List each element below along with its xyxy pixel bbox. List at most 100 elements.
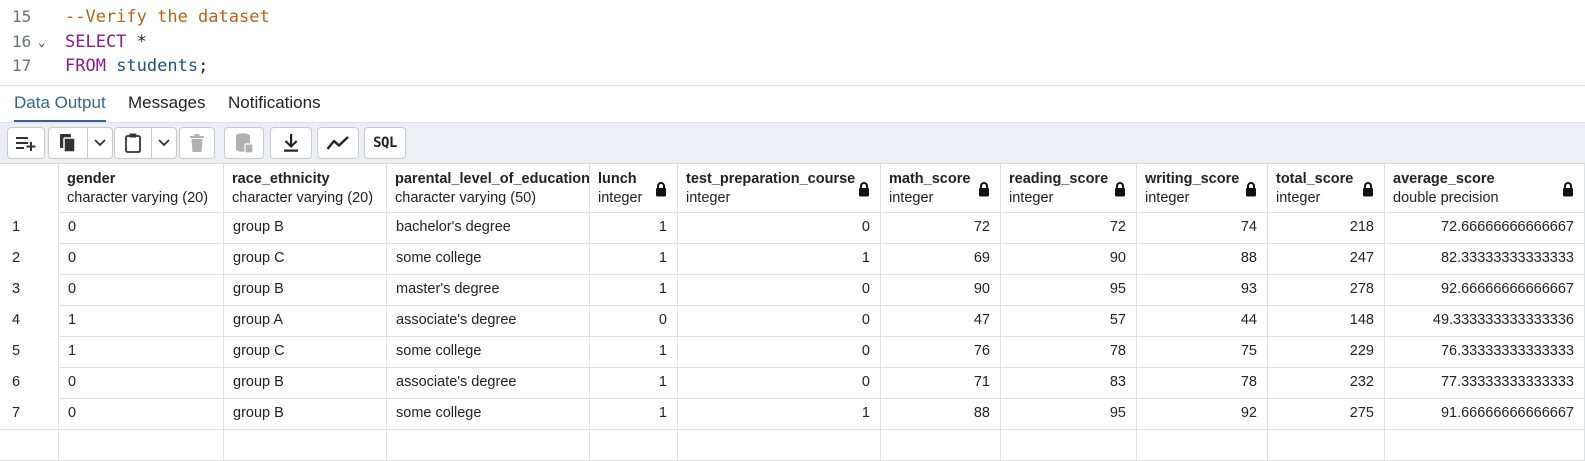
cell-reading_score[interactable]: 95 [1001,274,1137,305]
cell-parental_level_of_education[interactable]: some college [387,243,590,274]
cell-test_preparation_course[interactable]: 0 [678,274,881,305]
row-number[interactable]: 2 [0,243,59,274]
cell-race_ethnicity[interactable]: group B [224,398,387,429]
cell-parental_level_of_education[interactable]: associate's degree [387,367,590,398]
save-data-button[interactable] [224,127,264,159]
cell-writing_score[interactable]: 93 [1137,274,1268,305]
cell-race_ethnicity[interactable]: group C [224,243,387,274]
code-line[interactable]: 16 ⌄ SELECT * [0,30,1585,54]
cell[interactable] [224,429,387,460]
cell-writing_score[interactable]: 44 [1137,305,1268,336]
sql-button[interactable]: SQL [364,127,406,159]
row-number[interactable]: 3 [0,274,59,305]
cell-reading_score[interactable]: 57 [1001,305,1137,336]
cell-math_score[interactable]: 88 [881,398,1001,429]
cell-lunch[interactable]: 1 [590,398,678,429]
cell-reading_score[interactable]: 95 [1001,398,1137,429]
cell-test_preparation_course[interactable]: 1 [678,398,881,429]
column-header-lunch[interactable]: lunch integer [590,164,678,212]
column-header-average_score[interactable]: average_score double precision [1385,164,1585,212]
cell-math_score[interactable]: 76 [881,336,1001,367]
cell-reading_score[interactable]: 72 [1001,212,1137,243]
add-row-button[interactable] [7,127,45,159]
cell-gender[interactable]: 0 [59,274,224,305]
cell-math_score[interactable]: 71 [881,367,1001,398]
column-header-reading_score[interactable]: reading_score integer [1001,164,1137,212]
query-editor[interactable]: 15 --Verify the dataset 16 ⌄ SELECT * 17 FROM … [0,0,1585,86]
cell-test_preparation_course[interactable]: 0 [678,305,881,336]
column-header-parental_level_of_education[interactable]: parental_level_of_education character var… [387,164,590,212]
graph-visualiser-button[interactable] [317,127,359,159]
row-number[interactable]: 1 [0,212,59,243]
fold-chevron-icon[interactable]: ⌄ [38,30,45,54]
cell[interactable] [881,429,1001,460]
cell-test_preparation_course[interactable]: 1 [678,243,881,274]
copy-button[interactable] [48,127,88,159]
cell-average_score[interactable]: 72.66666666666667 [1385,212,1585,243]
cell-parental_level_of_education[interactable]: some college [387,398,590,429]
table-row[interactable]: 2 0 group Csome college 1 1 69 90 88 247 82.33333… [0,243,1585,275]
cell-math_score[interactable]: 69 [881,243,1001,274]
column-header-total_score[interactable]: total_score integer [1268,164,1385,212]
delete-button[interactable] [179,127,215,159]
copy-options-dropdown[interactable] [88,127,113,159]
download-button[interactable] [270,127,312,159]
cell-total_score[interactable]: 218 [1268,212,1385,243]
row-number[interactable]: 5 [0,336,59,367]
paste-button[interactable] [114,127,152,159]
cell-race_ethnicity[interactable]: group A [224,305,387,336]
table-row[interactable]: 1 0 group Bbachelor's degree 1 0 72 72 74 218 72.… [0,212,1585,244]
cell-lunch[interactable]: 1 [590,212,678,243]
row-number[interactable]: 6 [0,367,59,398]
cell-parental_level_of_education[interactable]: associate's degree [387,305,590,336]
cell-average_score[interactable]: 76.33333333333333 [1385,336,1585,367]
cell-math_score[interactable]: 90 [881,274,1001,305]
cell-race_ethnicity[interactable]: group B [224,274,387,305]
code-line[interactable]: 15 --Verify the dataset [0,5,1585,29]
column-header-math_score[interactable]: math_score integer [881,164,1001,212]
table-row[interactable]: 7 0 group Bsome college 1 1 88 95 92 275 91.66666… [0,398,1585,430]
cell-test_preparation_course[interactable]: 0 [678,367,881,398]
cell-lunch[interactable]: 1 [590,243,678,274]
cell-reading_score[interactable]: 83 [1001,367,1137,398]
cell-reading_score[interactable]: 90 [1001,243,1137,274]
cell-writing_score[interactable]: 75 [1137,336,1268,367]
tab-notifications[interactable]: Notifications [228,86,321,120]
code-line[interactable]: 17 FROM students; [0,54,1585,78]
cell-gender[interactable]: 0 [59,398,224,429]
cell-average_score[interactable]: 92.66666666666667 [1385,274,1585,305]
cell-average_score[interactable]: 82.33333333333333 [1385,243,1585,274]
table-row[interactable]: 6 0 group Bassociate's degree 1 0 71 83 78 232 77… [0,367,1585,399]
cell[interactable] [1001,429,1137,460]
cell-lunch[interactable]: 1 [590,336,678,367]
cell-writing_score[interactable]: 92 [1137,398,1268,429]
cell-parental_level_of_education[interactable]: master's degree [387,274,590,305]
cell-average_score[interactable]: 77.33333333333333 [1385,367,1585,398]
table-row-partial[interactable] [0,429,1585,461]
column-header-race_ethnicity[interactable]: race_ethnicity character varying (20) [224,164,387,212]
cell-math_score[interactable]: 47 [881,305,1001,336]
column-header-gender[interactable]: gender character varying (20) [59,164,224,212]
row-number[interactable]: 4 [0,305,59,336]
table-row[interactable]: 3 0 group Bmaster's degree 1 0 90 95 93 278 92.66… [0,274,1585,306]
table-row[interactable]: 5 1 group Csome college 1 0 76 78 75 229 76.33333… [0,336,1585,368]
paste-options-dropdown[interactable] [152,127,177,159]
cell-gender[interactable]: 1 [59,336,224,367]
cell-total_score[interactable]: 275 [1268,398,1385,429]
cell-gender[interactable]: 0 [59,367,224,398]
cell-parental_level_of_education[interactable]: bachelor's degree [387,212,590,243]
column-header-test_preparation_course[interactable]: test_preparation_course integer [678,164,881,212]
cell[interactable] [1137,429,1268,460]
cell-reading_score[interactable]: 78 [1001,336,1137,367]
cell[interactable] [1385,429,1585,460]
grid-corner[interactable] [0,164,59,212]
cell-gender[interactable]: 0 [59,243,224,274]
tab-data-output[interactable]: Data Output [14,86,106,122]
cell-lunch[interactable]: 0 [590,305,678,336]
table-row[interactable]: 4 1 group Aassociate's degree 0 0 47 57 44 148 49… [0,305,1585,337]
tab-messages[interactable]: Messages [128,86,205,120]
cell-total_score[interactable]: 148 [1268,305,1385,336]
cell[interactable] [387,429,590,460]
row-number[interactable]: 7 [0,398,59,429]
cell-test_preparation_course[interactable]: 0 [678,212,881,243]
